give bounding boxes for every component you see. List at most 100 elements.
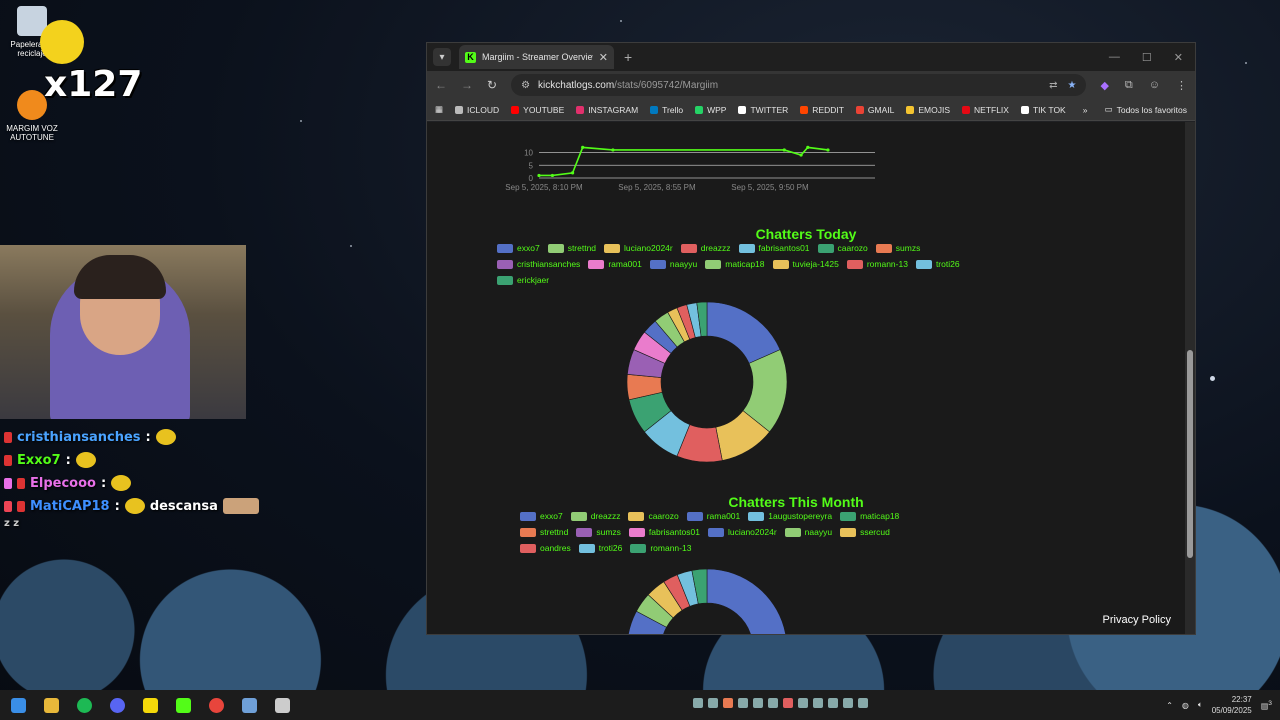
tray-app-icon[interactable] (753, 698, 763, 708)
bookmark-instagram[interactable]: INSTAGRAM (576, 105, 638, 115)
legend-item[interactable]: naayyu (784, 526, 832, 538)
davinci-taskbar-button[interactable] (237, 693, 261, 717)
menu-kebab-icon[interactable]: ⋮ (1176, 79, 1187, 92)
tray-app-icon[interactable] (768, 698, 778, 708)
notifications-icon[interactable]: ▤3 (1261, 700, 1272, 711)
legend-item[interactable]: exxo7 (520, 510, 563, 522)
bookmark-wpp[interactable]: WPP (695, 105, 726, 115)
legend-item[interactable]: rama001 (686, 510, 740, 522)
legend-item[interactable]: sumzs (875, 242, 920, 254)
reload-icon[interactable]: ↻ (487, 78, 497, 92)
tray-app-icon[interactable] (813, 698, 823, 708)
kick-taskbar-button[interactable] (171, 693, 195, 717)
bookmark-emojis[interactable]: EMOJIS (906, 105, 950, 115)
chrome-taskbar-button[interactable] (204, 693, 228, 717)
file-explorer-taskbar-button[interactable] (39, 693, 63, 717)
tray-app-icon[interactable] (738, 698, 748, 708)
tray-app-icon[interactable] (708, 698, 718, 708)
site-info-icon[interactable]: ⚙ (521, 80, 530, 91)
windows-start-taskbar-button[interactable] (6, 693, 30, 717)
data-point[interactable] (826, 148, 830, 152)
data-point[interactable] (799, 153, 803, 157)
legend-item[interactable]: dreazzz (570, 510, 620, 522)
legend-item[interactable]: ssercud (840, 526, 890, 538)
privacy-policy-link[interactable]: Privacy Policy (1103, 614, 1171, 626)
tray-app-icon[interactable] (843, 698, 853, 708)
data-point[interactable] (550, 173, 555, 178)
bookmark-icloud[interactable]: ICLOUD (455, 105, 499, 115)
close-tab-icon[interactable]: ✕ (599, 51, 608, 64)
data-point[interactable] (806, 145, 810, 149)
bookmark-trello[interactable]: Trello (650, 105, 683, 115)
sticky-notes-taskbar-button[interactable] (138, 693, 162, 717)
network-icon[interactable]: ◍ (1182, 701, 1189, 710)
data-point[interactable] (581, 145, 585, 149)
legend-item[interactable]: troti26 (578, 542, 622, 554)
tray-app-icon[interactable] (828, 698, 838, 708)
bookmark-star-icon[interactable]: ★ (1067, 80, 1076, 91)
spotify-taskbar-button[interactable] (72, 693, 96, 717)
legend-item[interactable]: fabrisantos01 (628, 526, 700, 538)
bookmark-gmail[interactable]: GMAIL (855, 105, 894, 115)
legend-item[interactable]: romann-13 (630, 542, 691, 554)
legend-item[interactable]: luciano2024r (604, 242, 673, 254)
legend-item[interactable]: cristhiansanches (497, 258, 580, 270)
tray-app-icon[interactable] (723, 698, 733, 708)
new-tab-button[interactable]: + (624, 49, 632, 65)
address-bar[interactable]: ⚙ kickchatlogs.com/stats/6095742/Margiim… (511, 74, 1087, 96)
volume-icon[interactable]: 🔈︎ (1198, 700, 1203, 710)
back-icon[interactable]: ← (435, 78, 447, 92)
legend-item[interactable]: fabrisantos01 (738, 242, 810, 254)
legend-item[interactable]: exxo7 (497, 242, 540, 254)
discord-taskbar-button[interactable] (105, 693, 129, 717)
chevron-up-icon[interactable]: ⌃ (1166, 701, 1173, 710)
legend-item[interactable]: romann-13 (846, 258, 908, 270)
bookmark-youtube[interactable]: YOUTUBE (511, 105, 564, 115)
legend-item[interactable]: strettnd (520, 526, 568, 538)
scrollbar-thumb[interactable] (1187, 350, 1193, 558)
legend-item[interactable]: naayyu (649, 258, 697, 270)
maximize-icon[interactable]: ☐ (1142, 51, 1152, 64)
data-point[interactable] (537, 173, 541, 178)
legend-item[interactable]: maticap18 (705, 258, 765, 270)
donut-slice-exxo7[interactable] (706, 568, 786, 634)
more-bookmarks-icon[interactable]: » (1083, 105, 1088, 115)
legend-item[interactable]: luciano2024r (707, 526, 777, 538)
close-window-icon[interactable]: ✕ (1174, 51, 1183, 64)
bookmark-twitter[interactable]: TWITTER (738, 105, 788, 115)
page-scrollbar[interactable] (1185, 122, 1195, 634)
legend-item[interactable]: 1augustopereyra (748, 510, 832, 522)
legend-item[interactable]: strettnd (547, 242, 596, 254)
legend-item[interactable]: caarozo (628, 510, 679, 522)
bookmark-reddit[interactable]: REDDIT (800, 105, 844, 115)
legend-item[interactable]: sumzs (576, 526, 621, 538)
minimize-icon[interactable]: — (1109, 51, 1120, 64)
legend-item[interactable]: dreazzz (680, 242, 731, 254)
tray-app-icon[interactable] (783, 698, 793, 708)
browser-tab-active[interactable]: K Margiim - Streamer Overview & ✕ (459, 45, 614, 69)
data-point[interactable] (611, 148, 615, 152)
tab-search-button[interactable]: ▾ (433, 48, 451, 66)
legend-item[interactable]: erickjaer (497, 274, 549, 286)
tray-app-icon[interactable] (693, 698, 703, 708)
forward-icon[interactable]: → (461, 78, 473, 92)
legend-item[interactable]: oandres (520, 542, 571, 554)
extensions-puzzle-icon[interactable]: ⧉ (1125, 79, 1133, 92)
obs-taskbar-button[interactable] (270, 693, 294, 717)
data-point[interactable] (571, 171, 575, 175)
legend-item[interactable]: rama001 (588, 258, 642, 270)
legend-item[interactable]: maticap18 (840, 510, 899, 522)
translate-icon[interactable]: ⇄ (1049, 80, 1057, 91)
legend-item[interactable]: troti26 (915, 258, 960, 270)
tray-app-icon[interactable] (798, 698, 808, 708)
legend-item[interactable]: caarozo (817, 242, 868, 254)
bookmark-tik-tok[interactable]: TIK TOK (1020, 105, 1066, 115)
taskbar-clock[interactable]: 22:37 05/09/2025 (1212, 694, 1252, 716)
all-bookmarks-button[interactable]: ▭ Todos los favoritos (1105, 104, 1187, 115)
data-point[interactable] (782, 148, 786, 152)
tray-app-icon[interactable] (858, 698, 868, 708)
bookmark-netflix[interactable]: NETFLIX (962, 105, 1009, 115)
legend-item[interactable]: tuvieja-1425 (772, 258, 839, 270)
apps-grid-icon[interactable]: ▦ (435, 104, 443, 115)
profile-avatar-icon[interactable]: ☺ (1149, 79, 1160, 92)
